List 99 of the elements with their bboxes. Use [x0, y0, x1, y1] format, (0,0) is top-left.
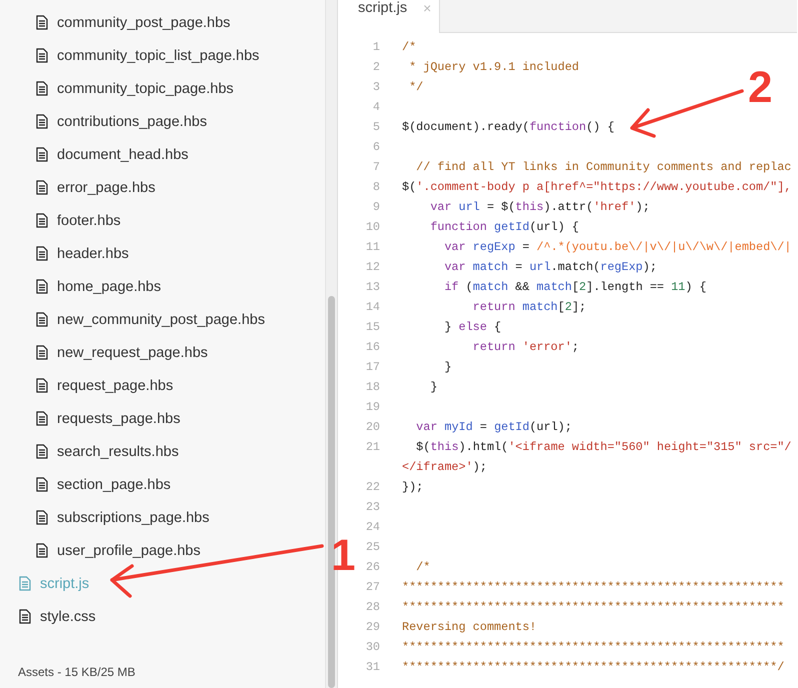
annotation-number: 1 — [331, 534, 356, 578]
line-number: 13 — [366, 280, 380, 294]
editor-tab[interactable]: script.js × — [338, 0, 440, 33]
line-number: 28 — [366, 600, 380, 614]
line-number: 19 — [366, 400, 380, 414]
line-number: 23 — [366, 500, 380, 514]
file-icon — [36, 15, 48, 30]
line-number: 29 — [366, 620, 380, 634]
file-item[interactable]: footer.hbs — [0, 204, 121, 237]
file-icon — [36, 543, 48, 558]
code-line: * jQuery v1.9.1 included — [408, 60, 579, 74]
code-line: *****************************************************/ — [402, 660, 784, 674]
file-icon — [36, 312, 48, 327]
file-item[interactable]: user_profile_page.hbs — [0, 534, 200, 567]
line-number: 12 — [366, 260, 380, 274]
line-number: 7 — [372, 160, 380, 174]
file-item[interactable]: home_page.hbs — [0, 270, 161, 303]
line-number: 16 — [366, 340, 380, 354]
line-number: 2 — [372, 60, 380, 74]
file-icon — [36, 345, 48, 360]
code-line: return 'error'; — [472, 340, 580, 354]
code-line: var regExp = /^.*(youtu.be\/|v\/|u\/\w\/|embed\/| — [443, 240, 792, 254]
file-item[interactable]: community_topic_page.hbs — [0, 72, 234, 105]
file-item[interactable]: new_community_post_page.hbs — [0, 303, 265, 336]
file-item[interactable]: error_page.hbs — [0, 171, 156, 204]
code-line: var myId = getId(url); — [415, 420, 572, 434]
file-icon — [36, 477, 48, 492]
file-icon — [36, 147, 48, 162]
code-line: var url = $(this).attr('href'); — [429, 200, 650, 214]
storage-usage: Assets - 15 KB/25 MB — [17, 665, 136, 681]
file-item[interactable]: document_head.hbs — [0, 138, 188, 171]
code-line: } — [429, 380, 438, 394]
line-number: 26 — [366, 560, 380, 574]
line-number: 17 — [366, 360, 380, 374]
annotation-number: 2 — [748, 66, 772, 110]
line-number: 27 — [366, 580, 380, 594]
code-line: /* — [402, 40, 416, 54]
line-number: 31 — [366, 660, 380, 674]
code-line: */ — [408, 80, 424, 94]
file-item[interactable]: requests_page.hbs — [0, 402, 180, 435]
file-item[interactable]: contributions_page.hbs — [0, 105, 207, 138]
code-line: $('.comment-body p a[href^="https://www.youtube.com/"], — [402, 180, 792, 194]
file-item[interactable]: header.hbs — [0, 237, 129, 270]
line-number: 25 — [366, 540, 380, 554]
file-item[interactable]: community_post_page.hbs — [0, 6, 230, 39]
code-line: Reversing comments! — [402, 620, 537, 634]
file-item[interactable]: new_request_page.hbs — [0, 336, 208, 369]
file-icon — [36, 279, 48, 294]
code-line: $(this).html('<iframe width="560" height="315" src="/ — [415, 440, 792, 454]
line-number: 1 — [372, 40, 380, 54]
line-number: 15 — [366, 320, 380, 334]
line-number: 22 — [366, 480, 380, 494]
file-icon — [36, 213, 48, 228]
line-number: 4 — [372, 100, 380, 114]
file-icon — [36, 48, 48, 63]
line-number: 10 — [366, 220, 380, 234]
code-line: /* — [415, 560, 430, 574]
file-icon — [36, 411, 48, 426]
line-number: 24 — [366, 520, 380, 534]
file-icon — [36, 81, 48, 96]
file-item[interactable]: style.css — [0, 600, 96, 633]
line-number: 5 — [372, 120, 380, 134]
file-icon — [19, 609, 31, 624]
file-icon — [36, 180, 48, 195]
file-icon — [19, 576, 31, 591]
code-line: $(document).ready(function() { — [402, 120, 614, 134]
code-line: ****************************************************** — [402, 600, 784, 614]
scrollbar-thumb[interactable] — [328, 296, 335, 688]
code-line: }); — [402, 480, 424, 494]
line-number: 9 — [372, 200, 380, 214]
file-icon — [36, 510, 48, 525]
code-line: if (match && match[2].length == 11) { — [443, 280, 707, 294]
code-line: } — [443, 360, 452, 374]
file-item[interactable]: section_page.hbs — [0, 468, 171, 501]
line-number: 18 — [366, 380, 380, 394]
code-line: // find all YT links in Community comments and replac — [415, 160, 792, 174]
line-number: 6 — [372, 140, 380, 154]
file-icon — [36, 114, 48, 129]
file-icon — [36, 246, 48, 261]
code-line: function getId(url) { — [429, 220, 579, 234]
line-number: 20 — [366, 420, 380, 434]
code-line: return match[2]; — [472, 300, 586, 314]
code-line: </iframe>'); — [402, 460, 487, 474]
file-icon — [36, 378, 48, 393]
file-item[interactable]: search_results.hbs — [0, 435, 179, 468]
code-line: ****************************************************** — [402, 640, 784, 654]
code-line: var match = url.match(regExp); — [443, 260, 657, 274]
line-number: 14 — [366, 300, 380, 314]
file-item[interactable]: subscriptions_page.hbs — [0, 501, 210, 534]
code-line: ****************************************************** — [402, 580, 784, 594]
file-icon — [36, 444, 48, 459]
line-number: 3 — [372, 80, 380, 94]
line-number: 21 — [366, 440, 380, 454]
line-number: 8 — [372, 180, 380, 194]
line-number: 30 — [366, 640, 380, 654]
line-number: 11 — [366, 240, 380, 254]
file-item[interactable]: request_page.hbs — [0, 369, 174, 402]
file-item[interactable]: community_topic_list_page.hbs — [0, 39, 260, 72]
code-line: } else { — [443, 320, 502, 334]
